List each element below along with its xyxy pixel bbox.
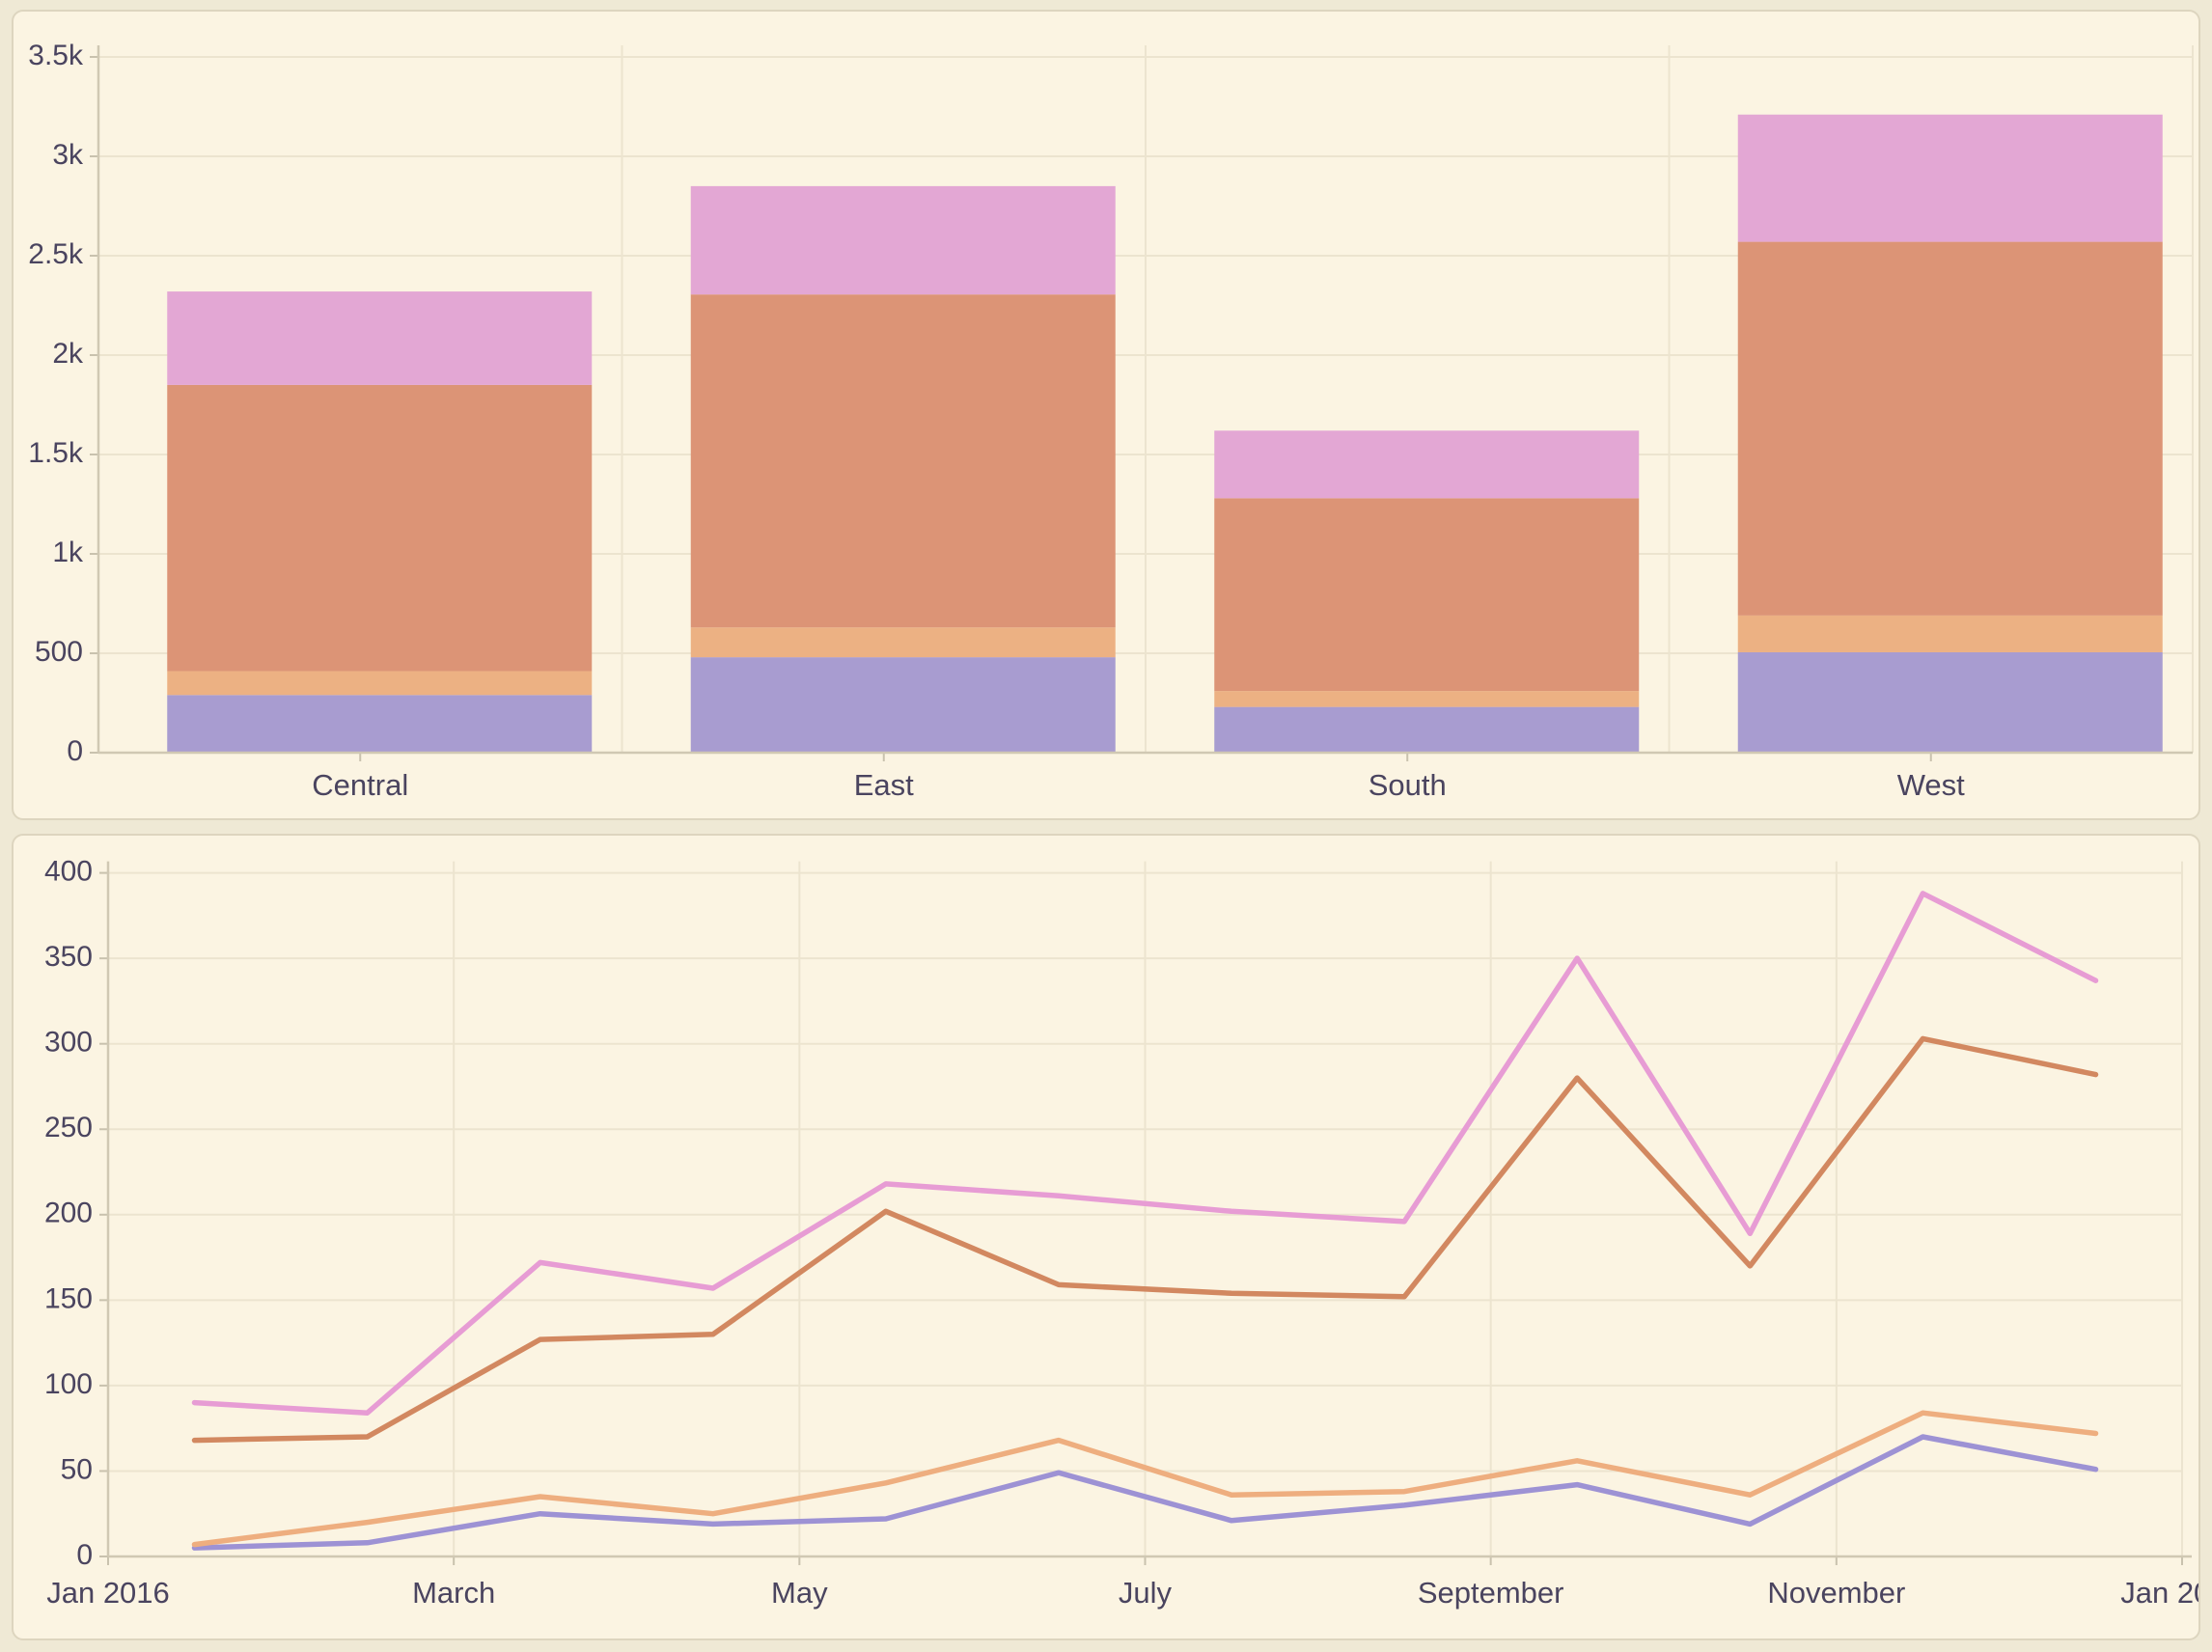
line-chart-svg: 0 50 100 150 200 250 300 350 400 Jan 2016 March May… xyxy=(14,836,2200,1640)
bar-segment-pink-west[interactable] xyxy=(1738,115,2163,242)
bar-segment-salmon-south[interactable] xyxy=(1214,498,1639,691)
bar-segment-salmon-central[interactable] xyxy=(167,385,592,672)
y-axis-label: 3k xyxy=(52,139,84,171)
bar-chart-svg: 0 500 1k 1.5k 2k 2.5k 3k 3.5k Central East South We… xyxy=(14,12,2200,820)
y-axis-label: 2k xyxy=(52,338,84,370)
y-axis-label: 150 xyxy=(44,1282,93,1314)
bar-segment-purple-west[interactable] xyxy=(1738,652,2163,753)
y-axis-label: 250 xyxy=(44,1112,93,1143)
y-axis-label: 1.5k xyxy=(28,437,84,469)
bar-segment-tan-central[interactable] xyxy=(167,672,592,696)
y-axis-label: 2.5k xyxy=(28,238,84,270)
x-axis-label: Jan 2016 xyxy=(46,1576,170,1610)
x-axis-label: Jan 2017 xyxy=(2120,1576,2200,1610)
x-axis-label: March xyxy=(412,1576,495,1610)
x-axis-label: November xyxy=(1767,1576,1905,1610)
y-axis-label: 1k xyxy=(52,537,84,568)
x-axis-label: East xyxy=(854,768,914,802)
bar-segment-pink-central[interactable] xyxy=(167,291,592,385)
bar-segment-pink-east[interactable] xyxy=(691,186,1116,294)
bar-segment-pink-south[interactable] xyxy=(1214,430,1639,498)
bar-segment-salmon-west[interactable] xyxy=(1738,242,2163,616)
y-axis-label: 400 xyxy=(44,856,93,888)
bar-segment-tan-east[interactable] xyxy=(691,627,1116,657)
x-axis-label: July xyxy=(1119,1576,1173,1610)
y-axis-label: 350 xyxy=(44,941,93,973)
y-axis-label: 300 xyxy=(44,1027,93,1059)
bar-segment-tan-south[interactable] xyxy=(1214,691,1639,706)
bar-segment-purple-east[interactable] xyxy=(691,657,1116,753)
bar-segment-salmon-east[interactable] xyxy=(691,294,1116,627)
bar-segment-tan-west[interactable] xyxy=(1738,616,2163,652)
x-axis-label: Central xyxy=(312,768,408,802)
y-axis-label: 50 xyxy=(61,1453,93,1485)
x-axis-label: September xyxy=(1418,1576,1564,1610)
x-axis-label: West xyxy=(1897,768,1965,802)
bar-segment-purple-south[interactable] xyxy=(1214,707,1639,753)
line-chart-card: 0 50 100 150 200 250 300 350 400 Jan 2016 March May… xyxy=(12,834,2200,1640)
y-axis-label: 0 xyxy=(76,1539,93,1571)
y-axis-label: 0 xyxy=(67,735,83,767)
y-axis-label: 200 xyxy=(44,1198,93,1229)
x-axis-label: May xyxy=(771,1576,828,1610)
y-axis-label: 100 xyxy=(44,1368,93,1400)
bar-chart-card: 0 500 1k 1.5k 2k 2.5k 3k 3.5k Central East South We… xyxy=(12,10,2200,820)
x-axis-label: South xyxy=(1369,768,1447,802)
y-axis-label: 3.5k xyxy=(28,40,84,71)
bar-segment-purple-central[interactable] xyxy=(167,695,592,753)
y-axis-label: 500 xyxy=(35,636,83,668)
